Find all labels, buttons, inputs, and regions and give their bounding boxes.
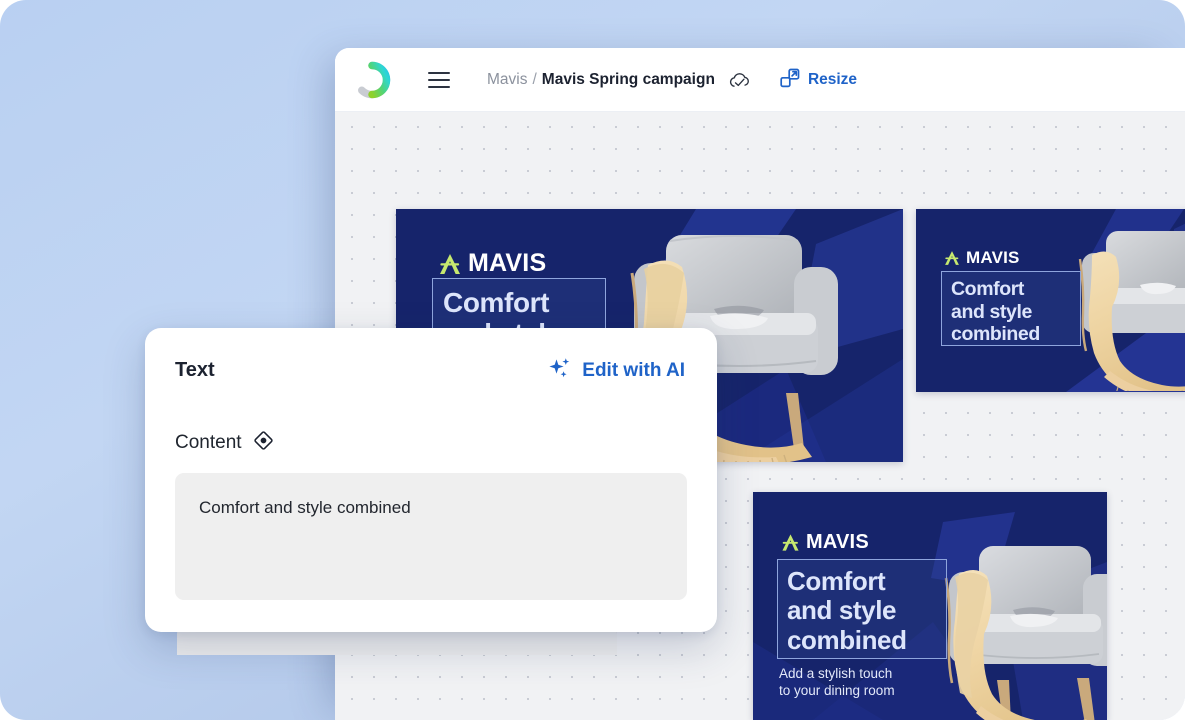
app-topbar: Mavis / Mavis Spring campaign Resize	[335, 48, 1185, 112]
mavis-a-mark-icon	[440, 253, 460, 274]
edit-with-ai-button[interactable]: Edit with AI	[547, 356, 685, 385]
banner-secondary-landscape[interactable]: MAVIS Comfort and style combined	[916, 209, 1185, 392]
mavis-wordmark: MAVIS	[806, 531, 869, 553]
cloud-check-icon[interactable]	[728, 71, 750, 89]
headline-text: Comfort and style combined	[951, 278, 1040, 346]
mavis-wordmark: MAVIS	[468, 249, 547, 277]
diamond-token-icon[interactable]	[253, 430, 274, 456]
breadcrumb-current-project[interactable]: Mavis Spring campaign	[542, 71, 715, 89]
content-field-header: Content	[145, 385, 717, 456]
content-field-label: Content	[175, 432, 242, 453]
mavis-ring-logo-icon[interactable]	[352, 60, 392, 100]
hamburger-bar	[428, 78, 450, 81]
armchair-with-throw-illustration	[944, 546, 1107, 720]
breadcrumb: Mavis / Mavis Spring campaign	[487, 71, 715, 89]
content-textarea[interactable]	[175, 473, 687, 600]
panel-title: Text	[175, 359, 215, 381]
headline-text: Comfort and style combined	[787, 566, 907, 655]
mavis-brand-logo: MAVIS	[780, 531, 869, 554]
ai-sparkle-icon	[547, 356, 573, 385]
resize-expand-icon	[780, 68, 800, 91]
panel-header: Text Edit with AI	[145, 328, 717, 385]
breadcrumb-root-link[interactable]: Mavis	[487, 71, 527, 89]
hamburger-bar	[428, 85, 450, 88]
subline-text: Add a stylish touch to your dining room	[779, 666, 895, 698]
screenshot-stage: Mavis / Mavis Spring campaign Resize MAV…	[0, 0, 1185, 720]
hamburger-bar	[428, 71, 450, 74]
breadcrumb-separator: /	[532, 70, 537, 88]
mavis-brand-logo: MAVIS	[943, 248, 1020, 268]
mavis-wordmark: MAVIS	[966, 248, 1020, 267]
mavis-a-mark-icon	[782, 534, 799, 551]
mavis-a-mark-icon	[945, 251, 959, 265]
hamburger-menu-icon[interactable]	[428, 71, 450, 88]
resize-label: Resize	[807, 70, 858, 88]
headline-frame[interactable]: Comfort and style combined	[777, 559, 947, 659]
headline-frame[interactable]: Comfort and style combined	[941, 271, 1081, 346]
edit-with-ai-label: Edit with AI	[582, 359, 685, 381]
resize-button[interactable]: Resize	[780, 68, 857, 91]
mavis-brand-logo: MAVIS	[437, 249, 546, 278]
text-properties-panel: Text Edit with AI Content	[145, 328, 717, 632]
armchair-with-throw-illustration	[1078, 231, 1185, 391]
banner-portrait[interactable]: MAVIS Comfort and style combined Add a s…	[753, 492, 1107, 720]
